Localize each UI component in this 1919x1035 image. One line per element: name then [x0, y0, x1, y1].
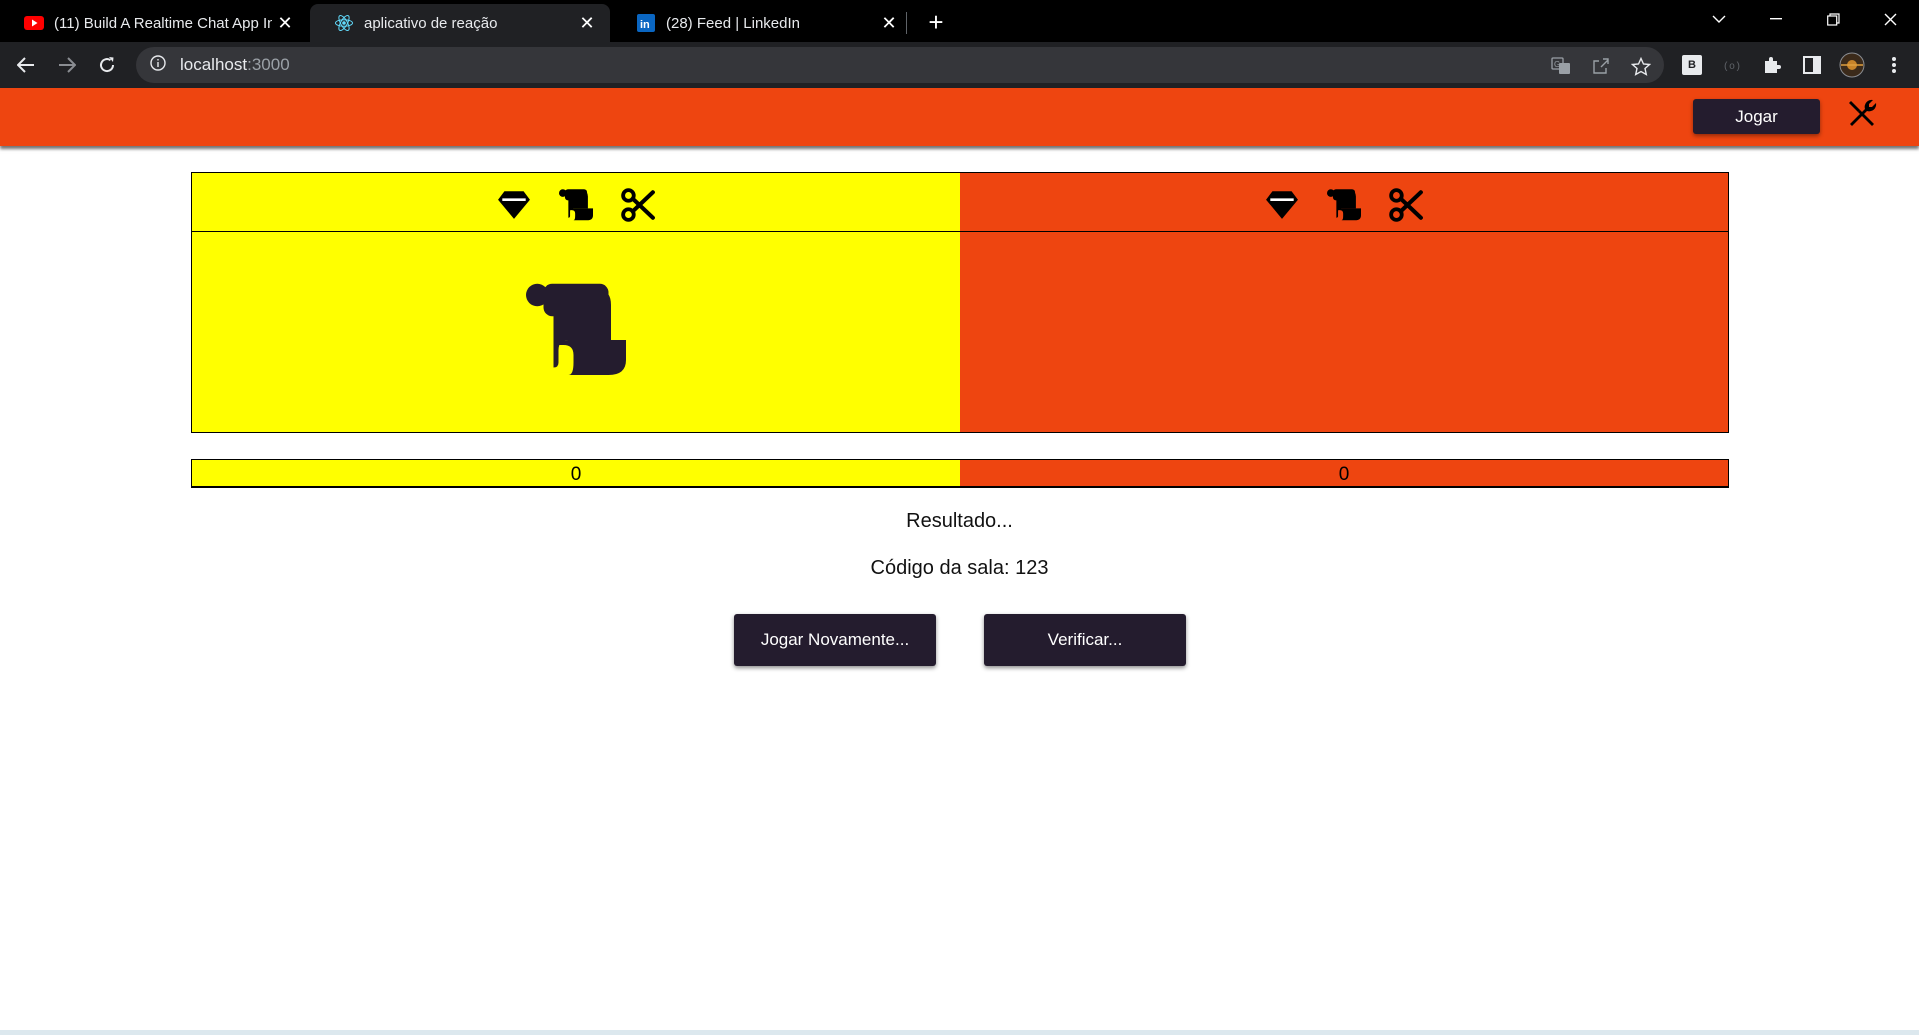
player1-picked-choice: [192, 232, 960, 432]
extension-b-icon[interactable]: B: [1678, 51, 1706, 79]
close-tab-icon[interactable]: ✕: [272, 10, 298, 36]
reload-icon[interactable]: [93, 51, 121, 79]
player2-panel: [960, 173, 1728, 432]
scroll-icon[interactable]: [558, 187, 594, 223]
tab-title: (28) Feed | LinkedIn: [666, 14, 800, 32]
svg-text:in: in: [640, 19, 650, 31]
scroll-icon[interactable]: [1326, 187, 1362, 223]
room-code: Código da sala: 123: [870, 557, 1049, 579]
profile-avatar[interactable]: [1838, 51, 1866, 79]
gem-icon[interactable]: [496, 187, 532, 223]
minimize-icon[interactable]: [1749, 0, 1803, 38]
restore-icon[interactable]: [1806, 0, 1860, 38]
close-window-icon[interactable]: [1863, 0, 1917, 38]
app-header: Jogar: [0, 88, 1919, 146]
player1-score: 0: [192, 460, 960, 486]
tab-title: (11) Build A Realtime Chat App In: [54, 14, 272, 32]
bottom-edge: [0, 1030, 1919, 1035]
translate-icon[interactable]: G: [1550, 55, 1572, 77]
tab-title: aplicativo de reação: [364, 14, 498, 32]
player1-panel: [192, 173, 960, 432]
forward-icon[interactable]: [53, 51, 81, 79]
svg-text:G: G: [1554, 60, 1560, 69]
side-panel-icon[interactable]: [1798, 51, 1826, 79]
scroll-icon: [519, 280, 633, 385]
play-button[interactable]: Jogar: [1693, 99, 1820, 134]
browser-menu-icon[interactable]: [1880, 51, 1908, 79]
close-tab-icon[interactable]: ✕: [876, 10, 902, 36]
player2-score: 0: [960, 460, 1728, 486]
share-icon[interactable]: [1590, 55, 1612, 77]
tools-icon[interactable]: [1846, 98, 1878, 130]
react-icon: [334, 13, 354, 33]
tab-separator: [906, 12, 907, 34]
game-board: [191, 172, 1729, 433]
player1-choices: [192, 173, 960, 232]
svg-text:(o): (o): [1723, 61, 1741, 71]
play-again-button[interactable]: Jogar Novamente...: [734, 614, 936, 666]
close-tab-icon[interactable]: ✕: [574, 10, 600, 36]
browser-toolbar: localhost:3000 G B (o): [0, 42, 1919, 88]
score-bar: 0 0: [191, 459, 1729, 488]
browser-tab-linkedin[interactable]: in (28) Feed | LinkedIn ✕: [612, 4, 912, 42]
browser-tab-strip: (11) Build A Realtime Chat App In ✕ apli…: [0, 0, 1919, 42]
url-host: localhost: [180, 55, 248, 74]
scissors-icon[interactable]: [1388, 187, 1424, 223]
bookmark-star-icon[interactable]: [1630, 55, 1652, 77]
new-tab-button[interactable]: +: [922, 7, 950, 37]
info-icon[interactable]: [150, 54, 166, 76]
url-port: :3000: [247, 55, 290, 74]
browser-tab-react-app[interactable]: aplicativo de reação ✕: [310, 4, 610, 42]
back-icon[interactable]: [12, 51, 40, 79]
linkedin-icon: in: [636, 13, 656, 33]
scissors-icon[interactable]: [620, 187, 656, 223]
tab-search-icon[interactable]: [1692, 0, 1746, 38]
extensions-puzzle-icon[interactable]: [1758, 51, 1786, 79]
result-text: Resultado...: [906, 510, 1013, 532]
verify-button[interactable]: Verificar...: [984, 614, 1186, 666]
gem-icon[interactable]: [1264, 187, 1300, 223]
player2-choices: [960, 173, 1728, 232]
browser-tab-youtube[interactable]: (11) Build A Realtime Chat App In ✕: [0, 4, 308, 42]
youtube-icon: [24, 13, 44, 33]
player2-picked-choice: [960, 232, 1728, 432]
extension-cast-icon[interactable]: (o): [1718, 51, 1746, 79]
address-bar[interactable]: localhost:3000 G: [136, 47, 1664, 83]
